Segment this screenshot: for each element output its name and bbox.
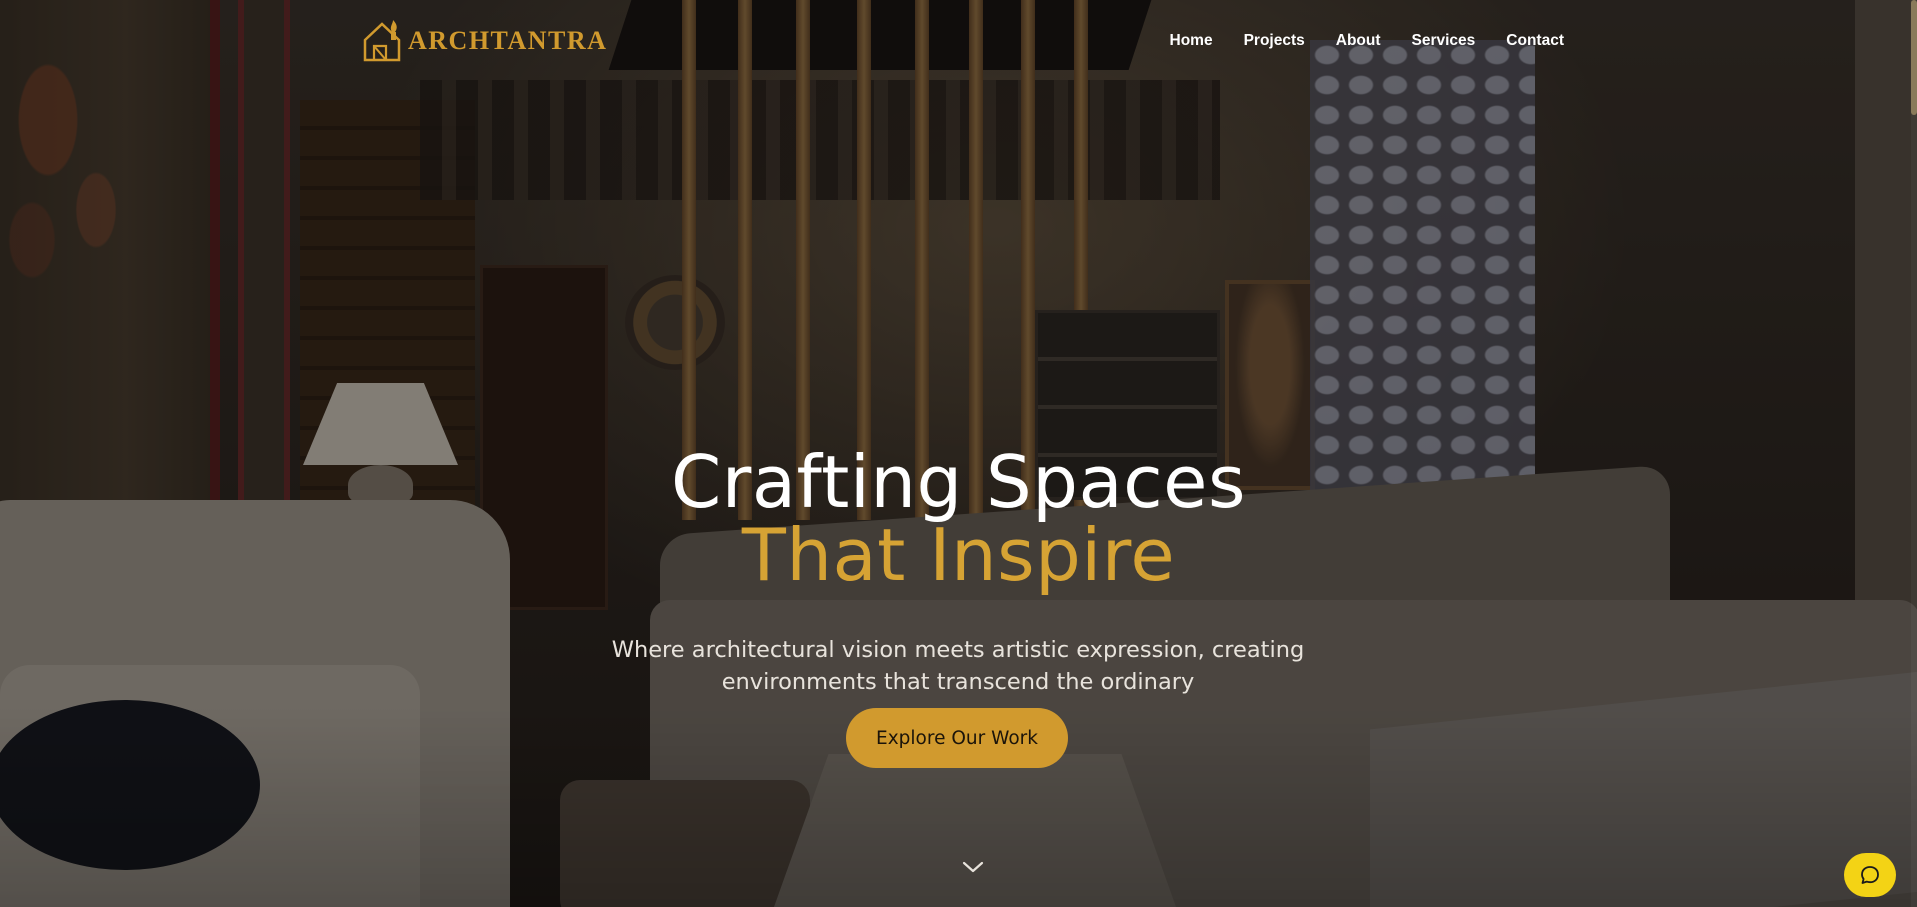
hero-title-line1: Crafting Spaces	[671, 440, 1246, 524]
hero-section: ARCHTANTRA Home Projects About Services …	[0, 0, 1917, 907]
hero-title-line2: That Inspire	[741, 513, 1176, 597]
page-scrollbar[interactable]	[1911, 0, 1917, 907]
chat-button[interactable]	[1844, 853, 1896, 897]
hero-content: Crafting Spaces That Inspire Where archi…	[0, 0, 1917, 907]
explore-our-work-button[interactable]: Explore Our Work	[846, 708, 1068, 768]
chat-bubble-icon	[1861, 866, 1879, 884]
chevron-down-icon[interactable]	[960, 858, 986, 876]
hero-subtitle: Where architectural vision meets artisti…	[611, 636, 1305, 695]
scrollbar-thumb[interactable]	[1911, 0, 1917, 115]
